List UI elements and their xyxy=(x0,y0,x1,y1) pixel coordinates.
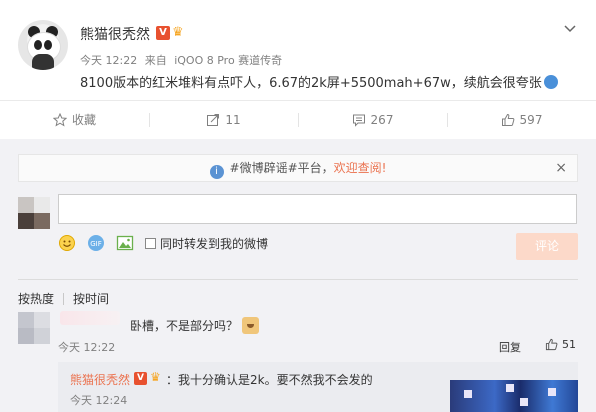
chevron-down-icon[interactable] xyxy=(562,20,578,36)
verified-badge-icon: V xyxy=(134,372,147,385)
notice-link[interactable]: 欢迎查阅! xyxy=(334,161,387,175)
like-count: 597 xyxy=(519,113,543,127)
comment-like-count: 51 xyxy=(562,338,576,351)
star-icon xyxy=(52,113,67,127)
favorite-label: 收藏 xyxy=(71,113,96,127)
author-name[interactable]: 熊猫很秃然 xyxy=(80,24,150,44)
favorite-button[interactable]: 收藏 xyxy=(0,101,149,139)
commenter-avatar[interactable] xyxy=(18,312,50,344)
post-source[interactable]: iQOO 8 Pro 赛道传奇 xyxy=(174,54,282,67)
forward-checkbox[interactable] xyxy=(145,237,156,249)
svg-text:GIF: GIF xyxy=(90,240,102,248)
comment-time: 今天 12:22 xyxy=(58,341,116,354)
comment-icon xyxy=(352,114,365,127)
reply-time: 今天 12:24 xyxy=(70,394,128,407)
forward-button[interactable]: 11 xyxy=(149,101,298,139)
sort-tabs: 按热度 按时间 xyxy=(18,290,109,307)
submit-comment-button[interactable]: 评论 xyxy=(516,233,578,260)
comment-button[interactable]: 267 xyxy=(298,101,447,139)
sort-by-hot[interactable]: 按热度 xyxy=(18,290,54,307)
emoji-picker-icon[interactable] xyxy=(58,234,76,252)
post-meta: 今天 12:22 来自 iQOO 8 Pro 赛道传奇 xyxy=(80,52,286,68)
composer-tools: GIF 同时转发到我的微博 xyxy=(58,232,268,254)
forward-checkbox-label[interactable]: 同时转发到我的微博 xyxy=(160,235,268,252)
close-icon[interactable]: × xyxy=(555,160,567,176)
notice-bar: i #微博辟谣#平台，欢迎查阅! × xyxy=(18,154,578,182)
comment-like-button[interactable]: 51 xyxy=(545,338,576,351)
post-content: 8100版本的红米堆料有点吓人，6.67的2k屏+5500mah+67w，续航会… xyxy=(80,72,558,91)
vip-crown-icon: ♛ xyxy=(172,25,184,40)
comment-text: 卧槽，不是部分吗？ xyxy=(130,317,260,334)
post-text: 8100版本的红米堆料有点吓人，6.67的2k屏+5500mah+67w，续航会… xyxy=(80,76,542,91)
like-button[interactable]: 597 xyxy=(447,101,596,139)
vip-crown-icon: ♛ xyxy=(150,370,161,384)
comment-count: 267 xyxy=(370,113,394,127)
reply-button[interactable]: 回复 xyxy=(499,339,521,355)
info-icon: i xyxy=(209,165,224,179)
reply-text: ：我十分确认是2k。要不然我不会发的 xyxy=(166,373,373,387)
gif-icon[interactable]: GIF xyxy=(87,234,105,252)
image-icon[interactable] xyxy=(116,234,134,252)
forward-icon xyxy=(207,114,220,126)
author-avatar[interactable] xyxy=(18,20,68,70)
post-time[interactable]: 今天 12:22 xyxy=(80,54,137,67)
emoji-icon xyxy=(543,75,558,89)
thumbs-up-icon xyxy=(545,338,558,351)
comment-input[interactable] xyxy=(58,194,577,224)
comments-section: i #微博辟谣#平台，欢迎查阅! × GIF 同时转发到我的微博 评论 按热度 按… xyxy=(0,139,596,412)
separator xyxy=(63,292,65,305)
doge-emoji-icon xyxy=(242,317,260,334)
post-source-prefix: 来自 xyxy=(144,54,167,67)
post-action-bar: 收藏 11 267 597 xyxy=(0,100,596,140)
commenter-name-redacted xyxy=(60,311,120,325)
sub-reply: 熊猫很秃然 V ♛ ：我十分确认是2k。要不然我不会发的 今天 12:24 xyxy=(58,362,578,412)
divider xyxy=(18,279,578,280)
weibo-post: 熊猫很秃然 V ♛ 今天 12:22 来自 iQOO 8 Pro 赛道传奇 81… xyxy=(0,0,596,100)
current-user-avatar[interactable] xyxy=(18,197,50,229)
thumbs-up-icon xyxy=(501,113,514,126)
notice-text: #微博辟谣#平台， xyxy=(229,161,334,175)
forward-count: 11 xyxy=(225,113,241,127)
pixelated-image xyxy=(450,380,578,412)
reply-author-name[interactable]: 熊猫很秃然 xyxy=(70,371,130,388)
verified-badge-icon: V xyxy=(156,26,170,40)
sort-by-time[interactable]: 按时间 xyxy=(73,290,109,307)
